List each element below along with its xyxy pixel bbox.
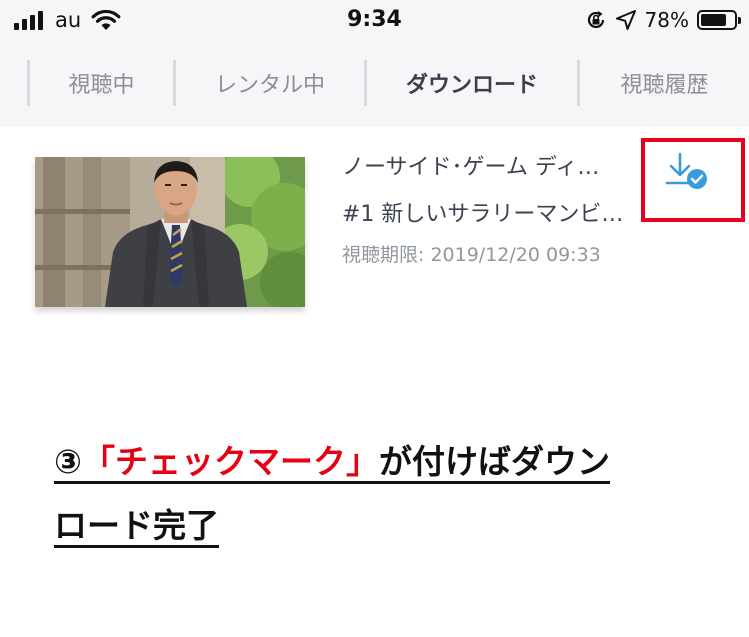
tab-rental[interactable]: レンタル中 (176, 60, 364, 106)
download-item[interactable]: ノーサイド･ゲーム ディ… #1 新しいサラリーマンビ… 視聴期限: 2019/… (0, 127, 749, 327)
status-bar: au 9:34 78% (0, 0, 749, 40)
tab-bar: 視聴中 レンタル中 ダウンロード 視聴履歴 (0, 40, 749, 127)
battery-fill (701, 14, 726, 26)
screen: au 9:34 78% 視聴中 レンタル中 ダウンロード 視聴履歴 ノーサイド･… (0, 0, 749, 637)
instruction-caption: ③「チェックマーク」が付けばダウンロード完了 (54, 430, 674, 558)
caption-text-line1: が付けばダウン (378, 442, 610, 481)
caption-highlight: 「チェックマーク」 (81, 442, 379, 481)
caption-step-number: ③ (54, 442, 82, 481)
expiry-date: 視聴期限: 2019/12/20 09:33 (342, 244, 601, 266)
location-arrow-icon (615, 10, 636, 30)
episode-title[interactable]: ノーサイド･ゲーム ディ… (342, 153, 642, 183)
tab-download[interactable]: ダウンロード (367, 60, 577, 106)
rotation-lock-icon (587, 11, 604, 29)
battery-percentage: 78% (644, 8, 689, 32)
battery-icon (697, 10, 741, 30)
episode-thumbnail[interactable] (35, 157, 305, 307)
tab-watching[interactable]: 視聴中 (30, 60, 173, 106)
status-right: 78% (585, 8, 741, 32)
caption-text-line2: ロード完了 (54, 506, 219, 545)
annotation-highlight-box (641, 138, 745, 222)
thumbnail-image (35, 157, 305, 307)
tab-history[interactable]: 視聴履歴 (580, 60, 749, 106)
